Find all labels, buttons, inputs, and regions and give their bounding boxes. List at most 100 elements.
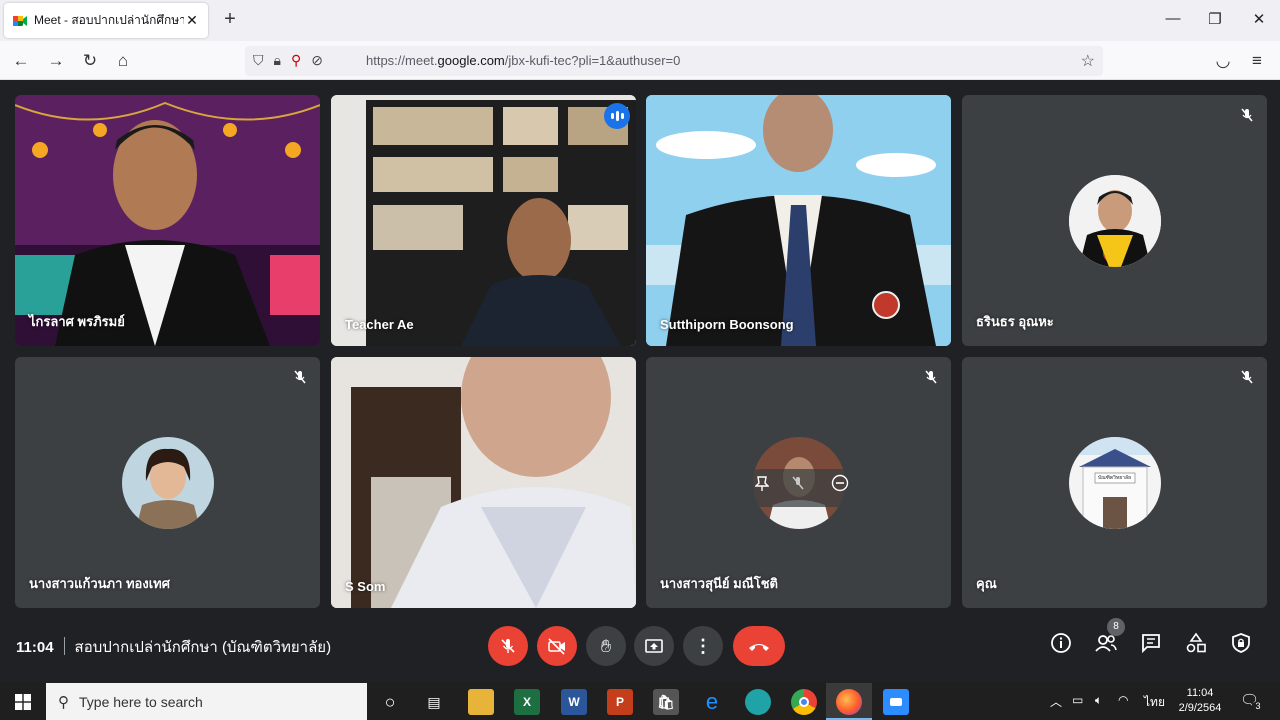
system-clock[interactable]: 11:04 2/9/2564 (1170, 686, 1230, 716)
more-vert-icon: ⋮ (694, 636, 712, 656)
remove-participant-icon[interactable] (827, 474, 853, 500)
close-tab-icon[interactable]: ✕ (184, 12, 200, 29)
activities-button[interactable] (1183, 632, 1209, 658)
video-feed (331, 357, 636, 608)
participant-avatar (121, 436, 214, 529)
permissions-icon[interactable]: ⚲ (291, 52, 301, 69)
participant-tile[interactable]: นางสาวสุนีย์ มณีโชติ (646, 357, 951, 608)
mic-muted-icon (292, 369, 308, 385)
tab-title: Meet - สอบปากเปล่านักศึกษา (บัณ (34, 13, 184, 27)
minimize-window-button[interactable]: — (1158, 10, 1188, 27)
microphone-toggle-button[interactable] (488, 626, 528, 666)
zoom-icon[interactable] (883, 689, 909, 715)
network-icon[interactable]: ◠ (1118, 693, 1128, 707)
speaking-indicator-icon (604, 103, 630, 129)
hang-up-icon (749, 644, 769, 651)
participant-name: Sutthiporn Boonsong (660, 317, 794, 332)
participant-tile-self[interactable]: บัณฑิตวิทยาลัย คุณ (962, 357, 1267, 608)
volume-icon[interactable]: 🔈︎ (1095, 693, 1102, 708)
participant-tile-active-speaker[interactable]: Teacher Ae (331, 95, 636, 346)
cortana-icon[interactable]: ○ (377, 689, 403, 715)
camera-off-icon (548, 638, 565, 655)
participant-tile[interactable]: นางสาวแก้วนภา ทองเทศ (15, 357, 320, 608)
notification-count-badge: 3 (1252, 701, 1264, 711)
file-explorer-icon[interactable] (468, 689, 494, 715)
divider (63, 637, 65, 655)
browser-nav-bar: ← → ↻ ⌂ ⛉ 🔒︎ ⚲ ⊘ https://meet.google.com… (0, 41, 1280, 80)
meeting-details-button[interactable] (1048, 632, 1074, 658)
excel-icon[interactable]: X (514, 689, 540, 715)
participant-name: Teacher Ae (345, 317, 414, 332)
pocket-icon[interactable]: ◡ (1212, 50, 1234, 72)
google-meet-icon (12, 13, 28, 29)
participant-count-badge: 8 (1107, 618, 1125, 636)
camera-toggle-button[interactable] (537, 626, 577, 666)
activities-icon (1186, 632, 1206, 653)
participant-name: นางสาวสุนีย์ มณีโชติ (660, 576, 778, 591)
edge-icon[interactable] (745, 689, 771, 715)
present-screen-button[interactable] (634, 626, 674, 666)
participant-name: S Som (345, 579, 386, 594)
participant-tile[interactable]: Sutthiporn Boonsong (646, 95, 951, 346)
internet-explorer-icon[interactable]: e (699, 689, 725, 715)
search-placeholder: Type here to search (79, 693, 203, 710)
clock-date: 2/9/2564 (1178, 702, 1222, 714)
leave-call-button[interactable] (733, 626, 785, 666)
chat-icon (1142, 634, 1160, 654)
forward-button[interactable]: → (45, 50, 67, 72)
participant-tile[interactable]: S Som (331, 357, 636, 608)
word-icon[interactable]: W (561, 689, 587, 715)
video-feed (15, 95, 320, 346)
restore-window-button[interactable]: ❐ (1200, 10, 1230, 28)
camera-blocked-icon[interactable]: ⊘ (311, 52, 323, 69)
windows-logo-icon (15, 693, 31, 710)
info-icon (1051, 633, 1071, 653)
meet-controls-bar: 11:04 สอบปากเปล่านักศึกษา (บัณฑิตวิทยาลัย… (0, 612, 1280, 682)
participant-avatar (1068, 174, 1161, 267)
participant-avatar: บัณฑิตวิทยาลัย (1068, 436, 1161, 529)
lock-icon[interactable]: 🔒︎ (274, 52, 281, 69)
back-button[interactable]: ← (10, 50, 32, 72)
task-view-icon[interactable]: ▤ (421, 689, 447, 715)
mic-muted-icon (923, 369, 939, 385)
clock-time: 11:04 (1186, 687, 1214, 699)
taskbar-search-box[interactable]: ⚲ Type here to search (46, 683, 367, 720)
chat-button[interactable] (1138, 632, 1164, 658)
mic-off-icon (501, 639, 515, 653)
host-controls-button[interactable] (1228, 632, 1254, 658)
home-button[interactable]: ⌂ (112, 50, 134, 72)
participant-tile[interactable]: ไกรลาศ พรภิรมย์ (15, 95, 320, 346)
participant-tile[interactable]: ธรินธร อุณหะ (962, 95, 1267, 346)
meeting-title: สอบปากเปล่านักศึกษา (บัณฑิตวิทยาลัย) (74, 639, 332, 656)
shield-icon[interactable]: ⛉ (253, 52, 264, 69)
avatar-sign-text: บัณฑิตวิทยาลัย (1097, 474, 1132, 481)
participant-name: ไกรลาศ พรภิรมย์ (29, 314, 125, 329)
browser-tab-meet[interactable]: Meet - สอบปากเปล่านักศึกษา (บัณ ✕ (4, 3, 208, 38)
battery-icon[interactable]: ▭ (1072, 693, 1083, 707)
chrome-icon[interactable] (791, 689, 817, 715)
bookmark-star-icon[interactable]: ☆ (1081, 51, 1095, 71)
meet-grid: ไกรลาศ พรภิรมย์ Teacher Ae Sutthiporn Bo… (0, 80, 1280, 683)
url-text[interactable]: https://meet.google.com/jbx-kufi-tec?pli… (366, 53, 680, 68)
menu-icon[interactable]: ≡ (1246, 50, 1268, 72)
present-icon (645, 639, 663, 653)
shield-lock-icon (1232, 633, 1250, 653)
address-bar[interactable]: ⛉ 🔒︎ ⚲ ⊘ https://meet.google.com/jbx-kuf… (245, 46, 1103, 76)
participant-name: คุณ (976, 576, 997, 591)
input-language[interactable]: ไทย (1144, 693, 1165, 712)
raise-hand-button[interactable]: ✋︎ (586, 626, 626, 666)
show-hidden-icons-chevron-icon[interactable]: ︿ (1050, 693, 1062, 710)
start-button[interactable] (0, 683, 46, 720)
search-icon: ⚲ (58, 693, 69, 711)
mic-muted-icon (1239, 107, 1255, 123)
new-tab-button[interactable]: + (218, 8, 242, 31)
close-window-button[interactable]: ✕ (1244, 10, 1274, 28)
more-options-button[interactable]: ⋮ (683, 626, 723, 666)
reload-button[interactable]: ↻ (79, 50, 101, 72)
windows-taskbar: ⚲ Type here to search ○ ▤ X W P 🛍︎ e ︿ ▭… (0, 683, 1280, 720)
mute-participant-icon[interactable] (785, 474, 811, 500)
powerpoint-icon[interactable]: P (607, 689, 633, 715)
microsoft-store-icon[interactable]: 🛍︎ (653, 689, 679, 715)
firefox-icon[interactable] (836, 689, 862, 715)
pin-icon[interactable] (749, 474, 775, 500)
